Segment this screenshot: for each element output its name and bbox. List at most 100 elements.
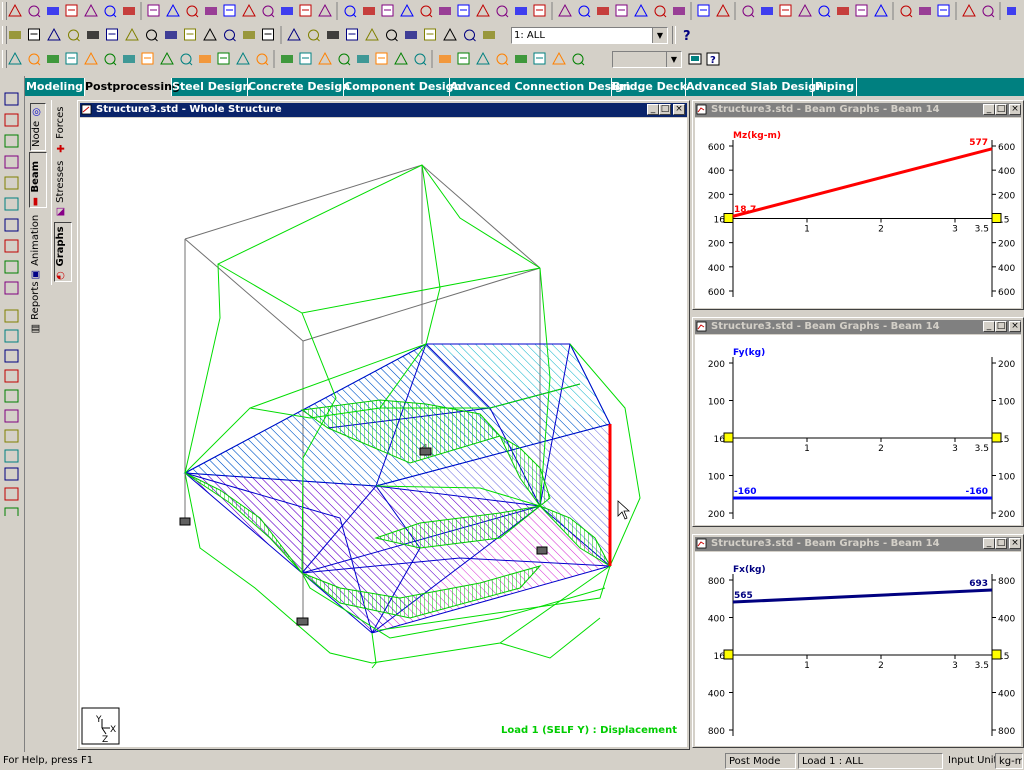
toolbar-button-icon[interactable]: [572, 53, 585, 66]
close-button[interactable]: ×: [1009, 538, 1021, 549]
toolbar-button-icon[interactable]: [125, 27, 139, 41]
toolbar-button-icon[interactable]: [28, 53, 41, 66]
toolbar-button-icon[interactable]: [937, 4, 950, 17]
toolbar-button-icon[interactable]: [199, 55, 211, 63]
left-tool-icon[interactable]: [4, 113, 19, 127]
help-icon[interactable]: ?: [678, 26, 696, 44]
toolbar-button-icon[interactable]: [394, 51, 408, 65]
toolbar-button-icon[interactable]: [9, 31, 21, 39]
maximize-button[interactable]: □: [995, 538, 1007, 549]
toolbar-button-icon[interactable]: [203, 27, 217, 41]
toolbar-button-icon[interactable]: [837, 7, 849, 15]
toolbar-button-icon[interactable]: [262, 28, 274, 41]
toolbar-button-icon[interactable]: [84, 3, 98, 17]
maximize-button[interactable]: □: [659, 104, 671, 115]
toolbar-button-icon[interactable]: [414, 53, 427, 66]
toolbar-button-icon[interactable]: [533, 4, 546, 17]
toolbar-button-icon[interactable]: [68, 29, 80, 42]
side-tab-forces[interactable]: ✚ Forces: [55, 105, 71, 155]
toolbar-button-icon[interactable]: [344, 5, 357, 18]
toolbar-button-icon[interactable]: [104, 5, 117, 18]
close-button[interactable]: ×: [673, 104, 685, 115]
toolbar-button-icon[interactable]: [299, 52, 312, 65]
left-tool-icon[interactable]: [4, 260, 19, 274]
chevron-down-icon[interactable]: ▼: [652, 28, 667, 43]
load-case-select[interactable]: 1: ALL ▼: [511, 27, 668, 44]
left-tool-icon[interactable]: [4, 92, 19, 106]
toolbar-button-icon[interactable]: [123, 55, 135, 63]
beam-graph-plot[interactable]: 800 400 16 400 800 800 400 15 400 800 1 2 3 3.5 Fx(kg)…: [695, 552, 1021, 746]
toolbar-button-icon[interactable]: [65, 52, 78, 65]
toolbar-button-icon[interactable]: [47, 7, 59, 15]
toolbar-button-icon[interactable]: [779, 4, 792, 17]
side-tab-beam[interactable]: ▮ Beam: [29, 152, 47, 208]
toolbar-button-icon[interactable]: [243, 31, 255, 39]
toolbar-button-icon[interactable]: [900, 5, 913, 18]
side-tab-node[interactable]: Node ◎: [30, 103, 46, 151]
toolbar-button-icon[interactable]: [346, 28, 358, 41]
tab-advanced-connection-design[interactable]: Advanced Connection Design: [450, 78, 631, 96]
toolbar-button-icon[interactable]: [673, 7, 685, 15]
toolbar-button-icon[interactable]: [476, 51, 490, 65]
left-tool-icon[interactable]: [4, 197, 19, 211]
chevron-down-icon[interactable]: ▼: [666, 52, 681, 67]
tab-postprocessing[interactable]: Postprocessing: [85, 78, 180, 96]
toolbar-button-icon[interactable]: [47, 55, 59, 63]
toolbar-button-icon[interactable]: [457, 4, 470, 17]
toolbar-button-icon[interactable]: [217, 52, 230, 65]
toolbar-button-icon[interactable]: [47, 27, 61, 41]
toolbar-button-icon[interactable]: [533, 52, 546, 65]
toolbar-button-icon[interactable]: [256, 53, 269, 66]
help-icon[interactable]: ?: [704, 50, 722, 68]
toolbar-button-icon[interactable]: [400, 3, 414, 17]
view-icon[interactable]: [686, 50, 704, 68]
toolbar-button-icon[interactable]: [28, 5, 41, 18]
toolbar-button-icon[interactable]: [223, 4, 236, 17]
toolbar-button-icon[interactable]: [262, 5, 275, 18]
toolbar-button-icon[interactable]: [104, 53, 117, 66]
left-tool-icon[interactable]: [4, 429, 19, 443]
toolbar-button-icon[interactable]: [375, 52, 388, 65]
beam-graph-plot[interactable]: 600 400 200 16 200 400 600 600 400 200 15 200 400 600…: [695, 118, 1021, 308]
group-select[interactable]: ▼: [612, 51, 682, 68]
maximize-button[interactable]: □: [995, 321, 1007, 332]
toolbar-button-icon[interactable]: [552, 51, 566, 65]
left-tool-icon[interactable]: [4, 281, 19, 295]
toolbar-button-icon[interactable]: [338, 53, 351, 66]
toolbar-button-icon[interactable]: [439, 7, 451, 15]
toolbar-button-icon[interactable]: [365, 27, 379, 41]
left-tool-icon[interactable]: [4, 239, 19, 253]
minimize-button[interactable]: _: [983, 321, 995, 332]
toolbar-button-icon[interactable]: [87, 31, 99, 39]
toolbar-button-icon[interactable]: [464, 29, 476, 42]
toolbar-button-icon[interactable]: [242, 3, 256, 17]
toolbar-button-icon[interactable]: [123, 7, 135, 15]
left-tool-icon[interactable]: [4, 309, 19, 323]
toolbar-button-icon[interactable]: [166, 3, 180, 17]
toolbar-button-icon[interactable]: [1007, 7, 1016, 15]
toolbar-button-icon[interactable]: [318, 3, 332, 17]
toolbar-button-icon[interactable]: [147, 4, 160, 17]
toolbar-button-icon[interactable]: [281, 55, 293, 63]
toolbar-button-icon[interactable]: [146, 29, 158, 42]
toolbar-button-icon[interactable]: [318, 51, 332, 65]
toolbar-button-icon[interactable]: [141, 52, 154, 65]
toolbar-button-icon[interactable]: [558, 3, 572, 17]
toolbar-button-icon[interactable]: [597, 7, 609, 15]
minimize-button[interactable]: _: [983, 104, 995, 115]
left-tool-icon[interactable]: [4, 176, 19, 190]
toolbar-button-icon[interactable]: [855, 4, 868, 17]
toolbar-button-icon[interactable]: [496, 53, 509, 66]
toolbar-button-icon[interactable]: [308, 29, 320, 42]
tab-advanced-slab-design[interactable]: Advanced Slab Design: [686, 78, 824, 96]
toolbar-button-icon[interactable]: [483, 31, 495, 39]
toolbar-button-icon[interactable]: [424, 28, 436, 41]
toolbar-button-icon[interactable]: [106, 28, 118, 41]
left-tool-icon[interactable]: [4, 409, 19, 423]
toolbar-button-icon[interactable]: [919, 7, 931, 15]
toolbar-button-icon[interactable]: [515, 7, 527, 15]
side-tab-animation[interactable]: ▣ Animation: [30, 210, 46, 284]
toolbar-button-icon[interactable]: [761, 7, 773, 15]
side-tab-stresses[interactable]: ◩ Stresses: [55, 160, 71, 218]
toolbar-button-icon[interactable]: [654, 5, 667, 18]
